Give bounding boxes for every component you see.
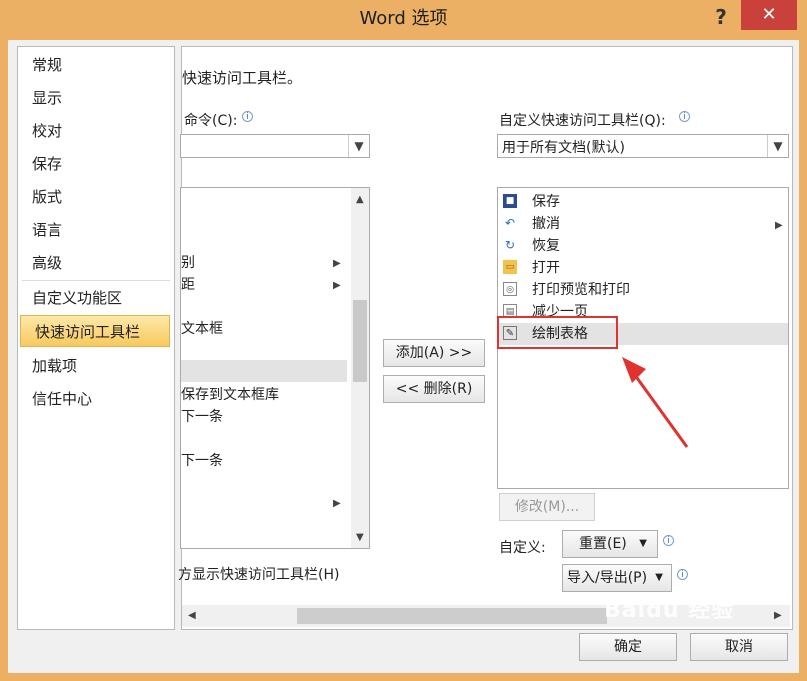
choose-commands-label: 命令(C): bbox=[184, 113, 238, 129]
qat-item-save[interactable]: ■ 保存 bbox=[498, 191, 788, 213]
nav-item-language[interactable]: 语言 bbox=[18, 214, 174, 247]
list-item[interactable]: 文本框 bbox=[181, 318, 223, 338]
highlight-box bbox=[497, 316, 618, 349]
add-button[interactable]: 添加(A) >> bbox=[383, 339, 485, 367]
reset-button[interactable]: 重置(E) ▼ bbox=[562, 530, 658, 558]
import-export-button[interactable]: 导入/导出(P) ▼ bbox=[562, 564, 672, 592]
import-export-label: 导入/导出(P) bbox=[567, 570, 648, 586]
redo-icon: ↻ bbox=[504, 238, 516, 252]
open-folder-icon: ▭ bbox=[503, 260, 517, 274]
nav-item-proofing[interactable]: 校对 bbox=[18, 115, 174, 148]
baidu-watermark: Baidu 经验 bbox=[604, 598, 735, 623]
submenu-arrow-icon: ▶ bbox=[333, 258, 341, 269]
info-icon: i bbox=[242, 111, 253, 122]
info-icon: i bbox=[679, 111, 690, 122]
list-item-highlight bbox=[181, 360, 347, 382]
chevron-down-icon: ▼ bbox=[639, 538, 647, 549]
close-button[interactable]: ✕ bbox=[741, 0, 797, 30]
nav-item-layout[interactable]: 版式 bbox=[18, 181, 174, 214]
annotation-arrow-icon bbox=[622, 357, 689, 448]
qat-item-label: 撤消 bbox=[532, 216, 560, 232]
panel-heading: 快速访问工具栏。 bbox=[182, 69, 303, 87]
submenu-arrow-icon: ▶ bbox=[333, 498, 341, 509]
qat-item-redo[interactable]: ↻ 恢复 bbox=[498, 235, 788, 257]
scroll-down-icon[interactable]: ▼ bbox=[356, 532, 364, 543]
submenu-arrow-icon: ▶ bbox=[775, 220, 783, 231]
scroll-left-icon[interactable]: ◀ bbox=[188, 610, 196, 621]
customize-qat-label: 自定义快速访问工具栏(Q): bbox=[499, 113, 666, 129]
show-below-ribbon-checkbox-label[interactable]: 方显示快速访问工具栏(H) bbox=[178, 564, 339, 584]
nav-item-save[interactable]: 保存 bbox=[18, 148, 174, 181]
remove-button[interactable]: << 删除(R) bbox=[383, 375, 485, 403]
nav-item-add-ins[interactable]: 加载项 bbox=[18, 350, 174, 383]
submenu-arrow-icon: ▶ bbox=[333, 280, 341, 291]
undo-icon: ↶ bbox=[504, 216, 516, 230]
qat-item-print-preview[interactable]: ◎ 打印预览和打印 bbox=[498, 279, 788, 301]
reset-button-label: 重置(E) bbox=[579, 536, 627, 552]
qat-item-label: 保存 bbox=[532, 194, 560, 210]
scroll-right-icon[interactable]: ▶ bbox=[774, 610, 782, 621]
scroll-up-icon[interactable]: ▲ bbox=[356, 194, 364, 205]
qat-item-undo[interactable]: ↶ 撤消 bbox=[498, 213, 788, 235]
save-icon: ■ bbox=[503, 194, 517, 208]
list-item[interactable]: 下一条 bbox=[181, 406, 223, 426]
chevron-down-icon: ▼ bbox=[655, 572, 663, 583]
chevron-down-icon: ▼ bbox=[767, 135, 788, 157]
list-item[interactable]: 保存到文本框库 bbox=[181, 384, 279, 404]
ok-button[interactable]: 确定 bbox=[579, 633, 677, 661]
customize-label: 自定义: bbox=[499, 540, 546, 556]
modify-button[interactable]: 修改(M)... bbox=[499, 493, 595, 521]
list-item[interactable]: 下一条 bbox=[181, 450, 223, 470]
nav-item-quick-access-toolbar[interactable]: 快速访问工具栏 bbox=[20, 315, 170, 347]
available-commands-list[interactable]: 别 ▶ 距 ▶ 文本框 保存到文本框库 下一条 下一条 ▶ ▲ ▼ bbox=[180, 187, 370, 549]
qat-item-label: 打开 bbox=[532, 260, 560, 276]
info-icon: i bbox=[663, 535, 674, 546]
info-icon: i bbox=[677, 569, 688, 580]
chevron-down-icon: ▼ bbox=[348, 135, 369, 157]
nav-item-general[interactable]: 常规 bbox=[18, 49, 174, 82]
close-icon: ✕ bbox=[761, 4, 777, 25]
print-preview-icon: ◎ bbox=[503, 282, 517, 296]
qat-item-open[interactable]: ▭ 打开 bbox=[498, 257, 788, 279]
choose-commands-dropdown[interactable]: ▼ bbox=[180, 134, 370, 158]
cancel-button[interactable]: 取消 bbox=[690, 633, 788, 661]
quick-access-settings-panel: 快速访问工具栏。 命令(C): i ▼ 自定义快速访问工具栏(Q): i 用于所… bbox=[178, 46, 793, 630]
window-title: Word 选项 bbox=[359, 8, 448, 29]
nav-item-customize-ribbon[interactable]: 自定义功能区 bbox=[18, 282, 174, 315]
nav-item-advanced[interactable]: 高级 bbox=[18, 247, 174, 280]
qat-scope-dropdown[interactable]: 用于所有文档(默认) ▼ bbox=[497, 134, 789, 158]
qat-scope-value: 用于所有文档(默认) bbox=[502, 140, 625, 156]
qat-item-label: 打印预览和打印 bbox=[532, 282, 630, 298]
scroll-thumb[interactable] bbox=[297, 608, 607, 624]
list-item[interactable]: 距 bbox=[181, 274, 195, 294]
nav-item-display[interactable]: 显示 bbox=[18, 82, 174, 115]
commands-scrollbar[interactable]: ▲ ▼ bbox=[351, 188, 369, 548]
scroll-thumb[interactable] bbox=[353, 300, 367, 382]
qat-item-label: 恢复 bbox=[532, 238, 560, 254]
nav-item-trust-center[interactable]: 信任中心 bbox=[18, 383, 174, 416]
help-button[interactable]: ? bbox=[706, 4, 736, 32]
options-nav: 常规 显示 校对 保存 版式 语言 高级 自定义功能区 快速访问工具栏 加载项 … bbox=[17, 46, 175, 630]
nav-separator bbox=[22, 280, 170, 281]
list-item[interactable]: 别 bbox=[181, 252, 195, 272]
